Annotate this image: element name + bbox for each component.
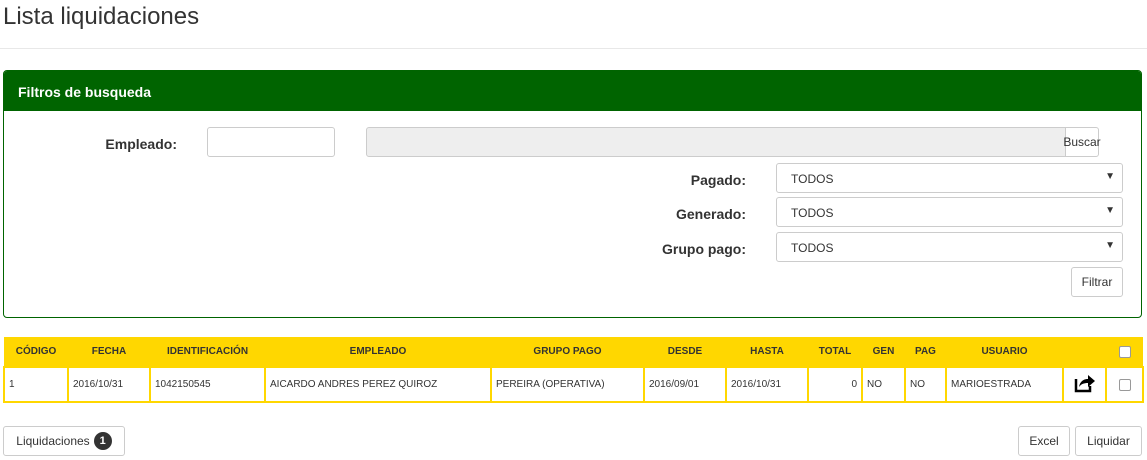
liquidaciones-button-label: Liquidaciones xyxy=(16,434,90,448)
row-select-checkbox[interactable] xyxy=(1118,378,1131,391)
generado-label: Generado: xyxy=(675,206,746,222)
table-cell: 2016/10/31 xyxy=(67,366,151,403)
liquidar-button-label: Liquidar xyxy=(1087,434,1130,448)
page-title: Lista liquidaciones xyxy=(3,3,200,30)
filter-panel: Filtros de busqueda Empleado: Buscar Pag… xyxy=(3,70,1142,318)
column-header: DESDE xyxy=(644,337,726,367)
table-cell: 2016/10/31 xyxy=(725,366,809,403)
empleado-code-input[interactable] xyxy=(207,127,335,157)
grupo-pago-select-value: TODOS xyxy=(791,241,834,255)
select-all-checkbox[interactable] xyxy=(1118,345,1131,358)
grupo-pago-label: Grupo pago: xyxy=(662,241,746,257)
liquidar-button[interactable]: Liquidar xyxy=(1075,426,1142,456)
generado-select-value: TODOS xyxy=(791,206,834,220)
table-cell: 1042150545 xyxy=(149,366,266,403)
column-header: EMPLEADO xyxy=(265,337,491,367)
row-action-cell xyxy=(1062,366,1107,403)
action-column-header xyxy=(1063,337,1106,367)
table-cell: 1 xyxy=(3,366,69,403)
table-cell: MARIOESTRADA xyxy=(945,366,1064,403)
column-header: TOTAL xyxy=(808,337,862,367)
table-cell: PEREIRA (OPERATIVA) xyxy=(490,366,645,403)
table-header-row: CÓDIGO FECHA IDENTIFICACIÓN EMPLEADO GRU… xyxy=(4,337,1143,367)
table-cell: AICARDO ANDRES PEREZ QUIROZ xyxy=(264,366,492,403)
buscar-button[interactable]: Buscar xyxy=(1063,127,1101,157)
table-cell: 2016/09/01 xyxy=(643,366,727,403)
chevron-down-icon: ▼ xyxy=(1105,171,1115,182)
column-header: PAG xyxy=(905,337,946,367)
liquidaciones-button[interactable]: Liquidaciones 1 xyxy=(3,426,125,456)
column-header: FECHA xyxy=(68,337,150,367)
pagado-select[interactable]: TODOS ▼ xyxy=(776,163,1123,193)
row-select-cell xyxy=(1105,366,1144,403)
pagado-label: Pagado: xyxy=(690,172,746,188)
grupo-pago-select[interactable]: TODOS ▼ xyxy=(776,232,1123,262)
filter-panel-header: Filtros de busqueda xyxy=(4,71,1141,111)
empleado-label: Empleado: xyxy=(105,136,177,152)
column-header: CÓDIGO xyxy=(4,337,68,367)
filtrar-button[interactable]: Filtrar xyxy=(1071,267,1123,297)
filtrar-button-label: Filtrar xyxy=(1081,275,1113,289)
liquidaciones-table: CÓDIGO FECHA IDENTIFICACIÓN EMPLEADO GRU… xyxy=(3,337,1144,403)
column-header: IDENTIFICACIÓN xyxy=(150,337,265,367)
column-header: USUARIO xyxy=(946,337,1063,367)
chevron-down-icon: ▼ xyxy=(1105,240,1115,251)
chevron-down-icon: ▼ xyxy=(1105,205,1115,216)
share-icon[interactable] xyxy=(1074,373,1096,393)
select-all-cell xyxy=(1106,337,1143,367)
generado-select[interactable]: TODOS ▼ xyxy=(776,197,1123,227)
column-header: HASTA xyxy=(726,337,808,367)
pagado-select-value: TODOS xyxy=(791,172,834,186)
title-divider xyxy=(0,48,1147,49)
table-cell: NO xyxy=(861,366,906,403)
column-header: GRUPO PAGO xyxy=(491,337,644,367)
table-cell: 0 xyxy=(807,366,863,403)
excel-button-label: Excel xyxy=(1029,434,1059,448)
buscar-button-label: Buscar xyxy=(1063,135,1101,149)
empleado-name-field xyxy=(366,127,1066,157)
table-cell: NO xyxy=(904,366,947,403)
excel-button[interactable]: Excel xyxy=(1018,426,1070,456)
liquidaciones-count-badge: 1 xyxy=(93,432,112,450)
column-header: GEN xyxy=(862,337,905,367)
table-row[interactable]: 1 2016/10/31 1042150545 AICARDO ANDRES P… xyxy=(3,366,1144,403)
